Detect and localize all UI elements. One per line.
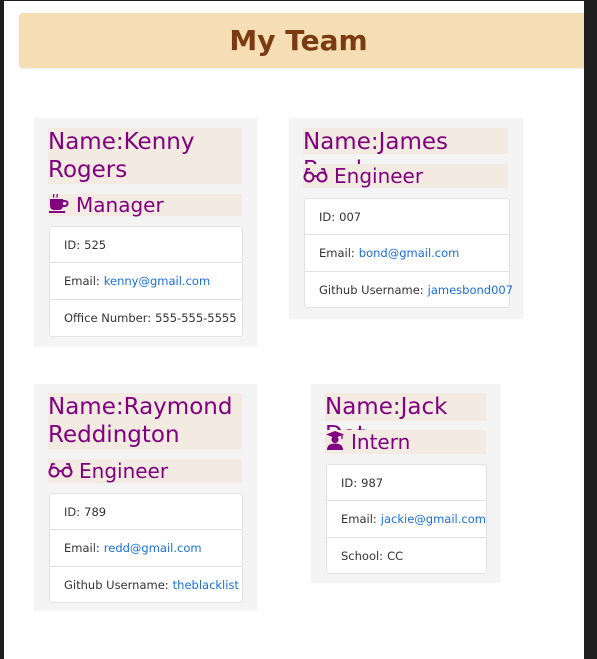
detail-email: Email: kenny@gmail.com <box>50 263 242 300</box>
email-label: Email: <box>64 274 100 288</box>
id-label: ID: <box>64 504 81 519</box>
member-details: ID: 789 Email: redd@gmail.com Github Usern… <box>49 493 243 603</box>
email-link[interactable]: jackie@gmail.com <box>381 512 486 526</box>
school-value: CC <box>387 548 404 563</box>
glasses-icon <box>303 164 334 188</box>
name-prefix: Name: <box>325 394 401 420</box>
team-card-intern: Name:Jack Dat Intern ID:987 Email: jackie… <box>311 384 500 582</box>
detail-school: School: CC <box>327 538 486 573</box>
member-details: ID: 987 Email: jackie@gmail.com School: CC <box>326 464 487 574</box>
team-card-manager: Name:Kenny Rogers Manager ID: 525 Email: k… <box>34 118 257 346</box>
email-link[interactable]: bond@gmail.com <box>359 246 460 260</box>
member-role: Intern <box>325 430 486 454</box>
member-role: Engineer <box>48 459 242 483</box>
detail-email: Email: jackie@gmail.com <box>327 501 486 538</box>
detail-github: Github Username: theblacklist <box>50 567 242 602</box>
id-value: 789 <box>84 504 107 519</box>
window-frame-right <box>584 0 597 659</box>
name-prefix: Name: <box>48 394 124 420</box>
id-label: ID: <box>64 237 81 252</box>
coffee-icon <box>48 193 76 218</box>
page-title: My Team <box>229 24 368 57</box>
member-name: Name:James Bond <box>303 128 508 183</box>
detail-id: ID: 987 <box>327 465 486 501</box>
detail-email: Email: redd@gmail.com <box>50 530 242 567</box>
page-header: My Team <box>19 13 584 68</box>
team-card-engineer: Name:Raymond Reddington Engineer ID: 789 … <box>34 384 257 610</box>
id-value: 987 <box>361 475 384 490</box>
graduate-icon <box>325 430 351 455</box>
window-frame-top <box>0 0 597 1</box>
member-name: Name:Jack Dat <box>325 393 486 448</box>
team-card-engineer: Name:James Bond Engineer ID:007 Email: bo… <box>289 118 523 318</box>
member-name: Name:Kenny Rogers <box>48 128 242 184</box>
detail-office-number: Office Number: 555-555-5555 <box>50 300 242 336</box>
email-label: Email: <box>319 246 355 260</box>
github-link[interactable]: jamesbond007 <box>428 283 513 297</box>
office-number-label: Office Number: <box>64 311 152 325</box>
email-label: Email: <box>341 512 377 526</box>
detail-id: ID: 525 <box>50 227 242 263</box>
email-link[interactable]: kenny@gmail.com <box>104 274 210 288</box>
name-prefix: Name: <box>48 129 124 155</box>
member-role: Manager <box>48 193 242 218</box>
github-label: Github Username: <box>64 577 169 592</box>
detail-github: Github Username: jamesbond007 <box>305 272 513 307</box>
glasses-icon <box>48 459 79 483</box>
role-label: Engineer <box>334 164 424 188</box>
member-role: Engineer <box>303 164 508 188</box>
id-label: ID: <box>341 475 358 490</box>
detail-email: Email: bond@gmail.com <box>305 235 509 272</box>
role-label: Manager <box>76 193 164 217</box>
window-frame-left <box>0 0 4 659</box>
email-label: Email: <box>64 541 100 555</box>
detail-id: ID: 789 <box>50 494 242 530</box>
github-link[interactable]: theblacklist <box>173 578 239 592</box>
id-value: 525 <box>84 237 107 252</box>
office-number-value: 555-555-5555 <box>155 311 237 325</box>
school-label: School: <box>341 548 384 563</box>
member-name: Name:Raymond Reddington <box>48 393 242 449</box>
role-label: Intern <box>351 430 411 454</box>
role-label: Engineer <box>79 459 169 483</box>
github-label: Github Username: <box>319 282 424 297</box>
detail-id: ID: 007 <box>305 199 509 235</box>
member-details: ID: 007 Email: bond@gmail.com Github Usern… <box>304 198 513 308</box>
email-link[interactable]: redd@gmail.com <box>104 541 202 555</box>
name-prefix: Name: <box>303 129 379 155</box>
id-label: ID: <box>319 209 336 224</box>
member-details: ID: 525 Email: kenny@gmail.com Office Numb… <box>49 226 243 337</box>
id-value: 007 <box>339 209 362 224</box>
